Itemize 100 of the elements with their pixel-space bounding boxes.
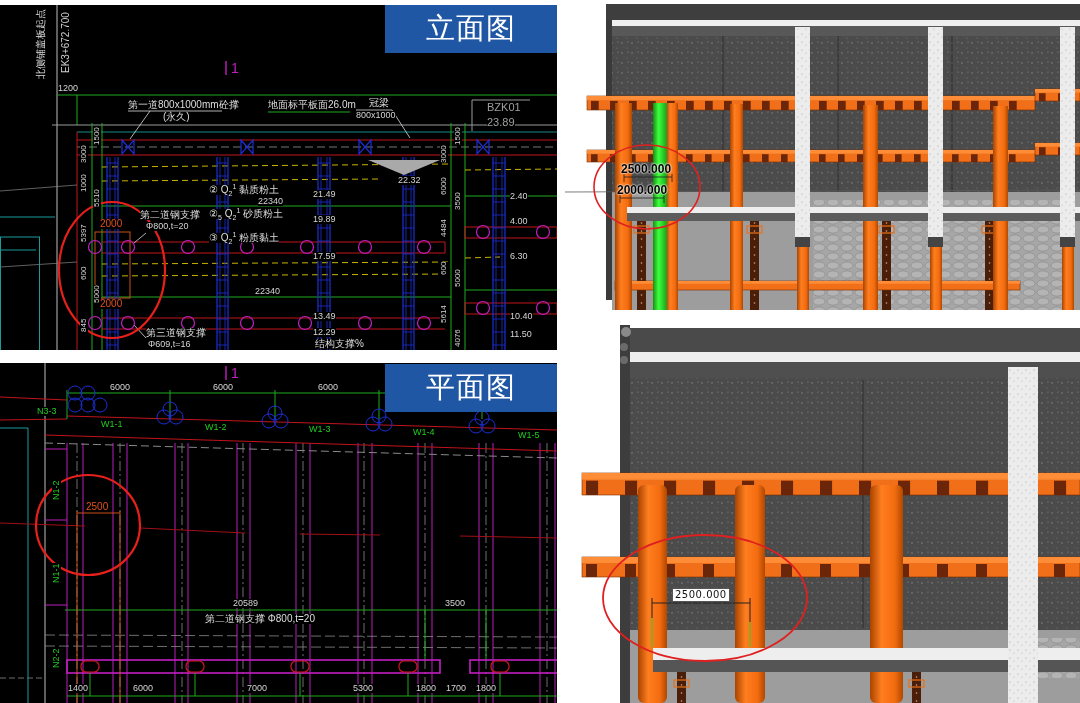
annotation-label: 北侧铺盖板起点	[36, 9, 46, 79]
annotation-label: 地面标平板面26.0m	[268, 100, 356, 110]
dimension-label: 5000	[93, 285, 101, 303]
chainage-label: EK3+672.700	[61, 12, 71, 73]
section-mark	[225, 365, 227, 381]
dimension-label: 1400	[68, 684, 89, 693]
annotation-label: Φ609,t=16	[148, 340, 191, 349]
dimension-label: 5300	[353, 684, 374, 693]
lattice-column	[673, 672, 690, 703]
pile-circle	[162, 401, 178, 417]
annotation-label: 800x1000	[356, 111, 396, 120]
pile-circle	[87, 315, 103, 331]
pile-label: W1-2	[205, 423, 227, 432]
borehole-label: BZK01	[487, 102, 521, 113]
dimension-label: 22340	[258, 197, 284, 206]
strut-end-icon	[398, 660, 418, 673]
pile-circle	[80, 397, 96, 413]
annotation-label: 第二道钢支撑	[140, 210, 200, 220]
dimension-label: 2000.000	[617, 184, 668, 196]
pile-circle	[475, 224, 491, 240]
strut-end-icon	[290, 660, 310, 673]
strut-end-icon	[185, 660, 205, 673]
pile-circle	[120, 315, 136, 331]
dimension-label: 2500.000	[621, 163, 672, 175]
structure-outline	[0, 216, 56, 218]
dimension-label: 5397	[80, 224, 88, 242]
dimension-label: 1800	[416, 684, 437, 693]
elevation-label: 11.50	[510, 330, 532, 339]
pile-circle	[357, 315, 373, 331]
leader-line	[133, 232, 147, 244]
pile-circle	[168, 409, 184, 425]
pile-circle	[474, 410, 490, 426]
dimension-label: 5000	[454, 269, 462, 287]
dimension-label: 6000	[133, 684, 154, 693]
dimension-label: 6000	[440, 177, 448, 195]
annotation-label: 第一道800x1000mm砼撑	[128, 100, 239, 110]
dimension-line	[619, 173, 673, 204]
annotation-label: 冠梁	[369, 98, 389, 108]
pile-circle	[267, 405, 283, 421]
dimension-label: 6000	[318, 383, 339, 392]
pile-circle	[261, 413, 277, 429]
dimension-label: 600	[80, 266, 88, 280]
dimension-label: 2500	[86, 502, 109, 512]
pile-label: W1-4	[413, 428, 435, 437]
pile-label: W1-3	[309, 425, 331, 434]
pile-circle	[67, 385, 83, 401]
elevation-label: 22.32	[398, 176, 421, 185]
pile-circle	[180, 239, 196, 255]
dimension-label: 6000	[110, 383, 131, 392]
dimension-label: 845	[80, 318, 88, 332]
pile-circle	[371, 408, 387, 424]
dimension-label: 20589	[233, 599, 259, 608]
elevation-label: 4.00	[510, 217, 528, 226]
grid-label: N1-1	[52, 563, 61, 583]
strut-end-icon	[80, 660, 100, 673]
elevation-label: 10.40	[510, 312, 533, 321]
strut-symbol-icon	[476, 138, 490, 156]
pile-circle	[67, 397, 83, 413]
view-title: 立面图	[385, 5, 557, 53]
annotation-label: 第二道钢支撑 Φ800,t=20	[205, 614, 315, 624]
dimension-label: 2500.000	[672, 588, 730, 602]
soil-layer-label: ②$_{5}$ Q$_{2}$$^{1}$ 砂质粉土	[209, 209, 284, 219]
elevation-label: 6.30	[510, 252, 528, 261]
pile-circle	[480, 418, 496, 434]
strut-symbol-icon	[121, 138, 135, 156]
pile-circle	[156, 409, 172, 425]
pile-circle	[475, 300, 491, 316]
elevation-label: 12.29	[313, 328, 336, 337]
elevation-label: 2.40	[510, 192, 528, 201]
dimension-label: 2000	[100, 219, 123, 229]
elevation-label: 17.59	[313, 252, 336, 261]
dimension-label: 3500	[454, 192, 462, 210]
pile-circle	[535, 300, 551, 316]
dimension-label: 1700	[446, 684, 467, 693]
strut-end-icon	[490, 660, 510, 673]
grid-label: N3-3	[37, 407, 57, 416]
elevation-label: 13.49	[313, 312, 336, 321]
dimension-label: 1200	[58, 84, 79, 93]
dimension-label: 1800	[476, 684, 497, 693]
dimension-label: 1000	[80, 174, 88, 192]
dimension-label: 3000	[80, 145, 88, 163]
pile-circle	[416, 239, 432, 255]
pile-label: W1-5	[518, 431, 540, 440]
pile-circle	[468, 418, 484, 434]
steel-column	[1062, 247, 1074, 310]
leader-line	[133, 324, 147, 339]
elevation-label: 23.89	[487, 117, 515, 128]
pile-circle	[365, 416, 381, 432]
pile-circle	[273, 413, 289, 429]
section-label: 1	[231, 366, 239, 380]
annotation-label: (永久)	[163, 112, 190, 122]
view-title: 平面图	[385, 364, 557, 412]
elevation-label: 21.49	[313, 190, 336, 199]
pile-circle	[87, 239, 103, 255]
dimension-label: 2000	[100, 299, 123, 309]
section-label: 1	[231, 61, 239, 75]
section-mark	[225, 60, 227, 76]
leader-line	[355, 109, 411, 139]
pile-label: W1-1	[101, 420, 123, 429]
strut-symbol-icon	[240, 138, 254, 156]
